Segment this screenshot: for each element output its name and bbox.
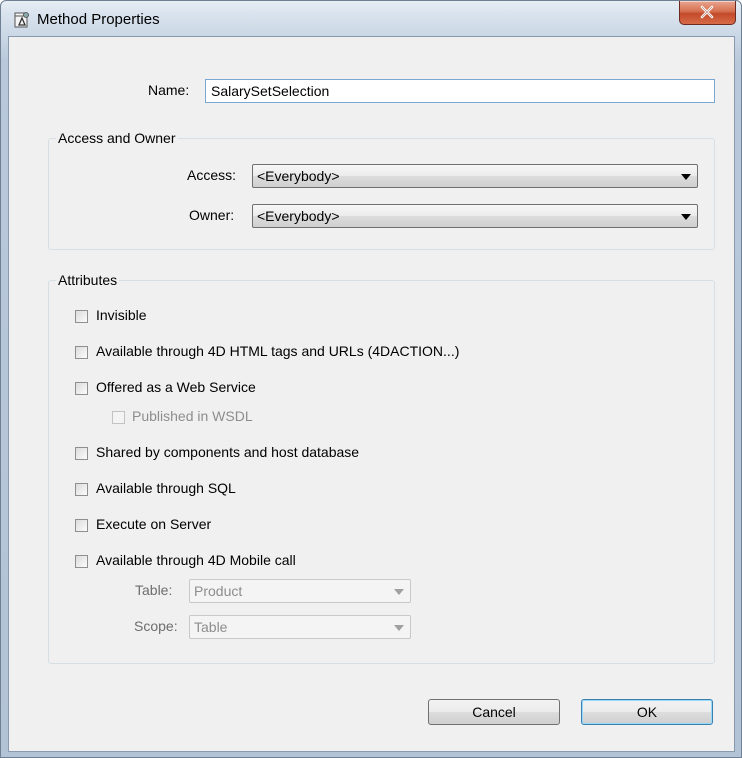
- method-properties-icon: [13, 11, 31, 29]
- access-label: Access:: [187, 167, 237, 183]
- chevron-down-icon: [394, 625, 404, 631]
- access-owner-group-title: Access and Owner: [56, 130, 178, 146]
- owner-label: Owner:: [189, 207, 235, 223]
- html-tags-urls-checkbox[interactable]: [75, 346, 88, 359]
- shared-components-checkbox[interactable]: [75, 447, 88, 460]
- ok-button[interactable]: OK: [581, 699, 713, 725]
- attributes-group-title: Attributes: [56, 272, 120, 288]
- shared-components-label: Shared by components and host database: [96, 444, 360, 460]
- scope-label: Scope:: [134, 618, 178, 634]
- access-select-value: <Everybody>: [257, 168, 340, 184]
- mobile-call-checkbox[interactable]: [75, 555, 88, 568]
- table-label: Table:: [135, 582, 173, 598]
- scope-select-value: Table: [194, 619, 228, 635]
- web-service-label: Offered as a Web Service: [96, 379, 256, 395]
- published-wsdl-checkbox[interactable]: [112, 411, 125, 424]
- html-tags-urls-label: Available through 4D HTML tags and URLs …: [96, 343, 460, 359]
- access-owner-group: [48, 138, 715, 250]
- invisible-label: Invisible: [96, 307, 147, 323]
- invisible-checkbox[interactable]: [75, 310, 88, 323]
- table-select-value: Product: [194, 583, 243, 599]
- owner-select[interactable]: <Everybody>: [252, 204, 698, 228]
- close-button[interactable]: [679, 1, 736, 25]
- available-sql-label: Available through SQL: [96, 480, 236, 496]
- dialog-client-area: Name: SalarySetSelection Access and Owne…: [8, 36, 735, 752]
- close-icon: [700, 5, 714, 19]
- chevron-down-icon: [394, 589, 404, 595]
- name-label: Name:: [148, 82, 190, 98]
- owner-select-value: <Everybody>: [257, 208, 340, 224]
- execute-server-label: Execute on Server: [96, 516, 212, 532]
- attributes-group: [48, 280, 715, 664]
- access-select[interactable]: <Everybody>: [252, 164, 698, 188]
- published-wsdl-label: Published in WSDL: [132, 408, 253, 424]
- execute-server-checkbox[interactable]: [75, 519, 88, 532]
- scope-select[interactable]: Table: [189, 615, 411, 639]
- table-select[interactable]: Product: [189, 579, 411, 603]
- available-sql-checkbox[interactable]: [75, 483, 88, 496]
- mobile-call-label: Available through 4D Mobile call: [96, 552, 296, 568]
- name-input[interactable]: SalarySetSelection: [205, 79, 715, 103]
- title-bar[interactable]: Method Properties: [1, 1, 741, 39]
- window-title: Method Properties: [37, 11, 160, 28]
- method-properties-window: Method Properties Name: SalarySetSelecti…: [0, 0, 742, 758]
- cancel-button[interactable]: Cancel: [428, 699, 560, 725]
- chevron-down-icon: [681, 214, 691, 220]
- web-service-checkbox[interactable]: [75, 382, 88, 395]
- chevron-down-icon: [681, 174, 691, 180]
